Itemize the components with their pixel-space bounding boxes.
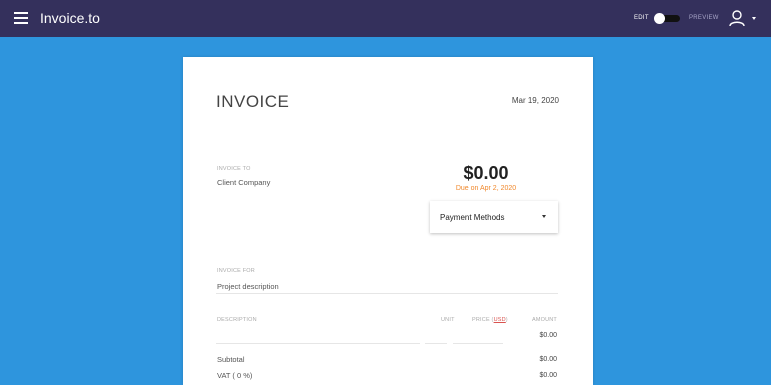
hamburger-menu-icon[interactable] xyxy=(14,12,28,24)
invoice-for-label: INVOICE FOR xyxy=(217,268,255,274)
unit-column-header: UNIT xyxy=(441,317,455,323)
price-column-header: PRICE (USD) xyxy=(472,317,508,323)
vat-value: $0.00 xyxy=(539,372,557,379)
subtotal-value: $0.00 xyxy=(539,356,557,363)
invoice-total: $0.00 xyxy=(463,163,509,183)
invoice-paper: INVOICE Mar 19, 2020 INVOICE TO Client C… xyxy=(183,57,593,385)
invoice-to-label: INVOICE TO xyxy=(217,166,251,172)
top-navigation-bar: Invoice.to EDIT PREVIEW xyxy=(0,0,771,37)
price-prefix: PRICE ( xyxy=(472,317,494,323)
line-item-description-field[interactable] xyxy=(216,343,420,344)
vat-label[interactable]: VAT ( 0 %) xyxy=(217,371,252,380)
payment-methods-label: Payment Methods xyxy=(440,213,505,222)
due-date[interactable]: Due on Apr 2, 2020 xyxy=(443,185,529,192)
app-brand[interactable]: Invoice.to xyxy=(40,10,100,26)
amount-column-header: AMOUNT xyxy=(531,317,557,323)
preview-mode-label[interactable]: PREVIEW xyxy=(689,15,719,21)
description-column-header: DESCRIPTION xyxy=(217,317,257,323)
chevron-down-icon xyxy=(752,17,756,20)
line-item-amount: $0.00 xyxy=(539,332,557,339)
line-item-price-field[interactable] xyxy=(453,343,503,344)
payment-methods-dropdown[interactable]: Payment Methods xyxy=(430,201,558,233)
line-item-unit-field[interactable] xyxy=(425,343,447,344)
invoice-title: INVOICE xyxy=(216,92,290,111)
client-company-field[interactable]: Client Company xyxy=(217,178,270,187)
subtotal-label: Subtotal xyxy=(217,355,245,364)
currency-link[interactable]: USD xyxy=(494,317,506,323)
project-description-field[interactable]: Project description xyxy=(217,282,279,291)
price-suffix: ) xyxy=(505,317,508,323)
user-menu-button[interactable] xyxy=(728,9,760,27)
edit-mode-label[interactable]: EDIT xyxy=(634,15,649,21)
chevron-down-icon xyxy=(542,215,546,218)
divider xyxy=(216,293,558,294)
invoice-date[interactable]: Mar 19, 2020 xyxy=(512,96,559,105)
edit-preview-toggle[interactable] xyxy=(652,13,680,24)
user-icon xyxy=(729,10,745,27)
